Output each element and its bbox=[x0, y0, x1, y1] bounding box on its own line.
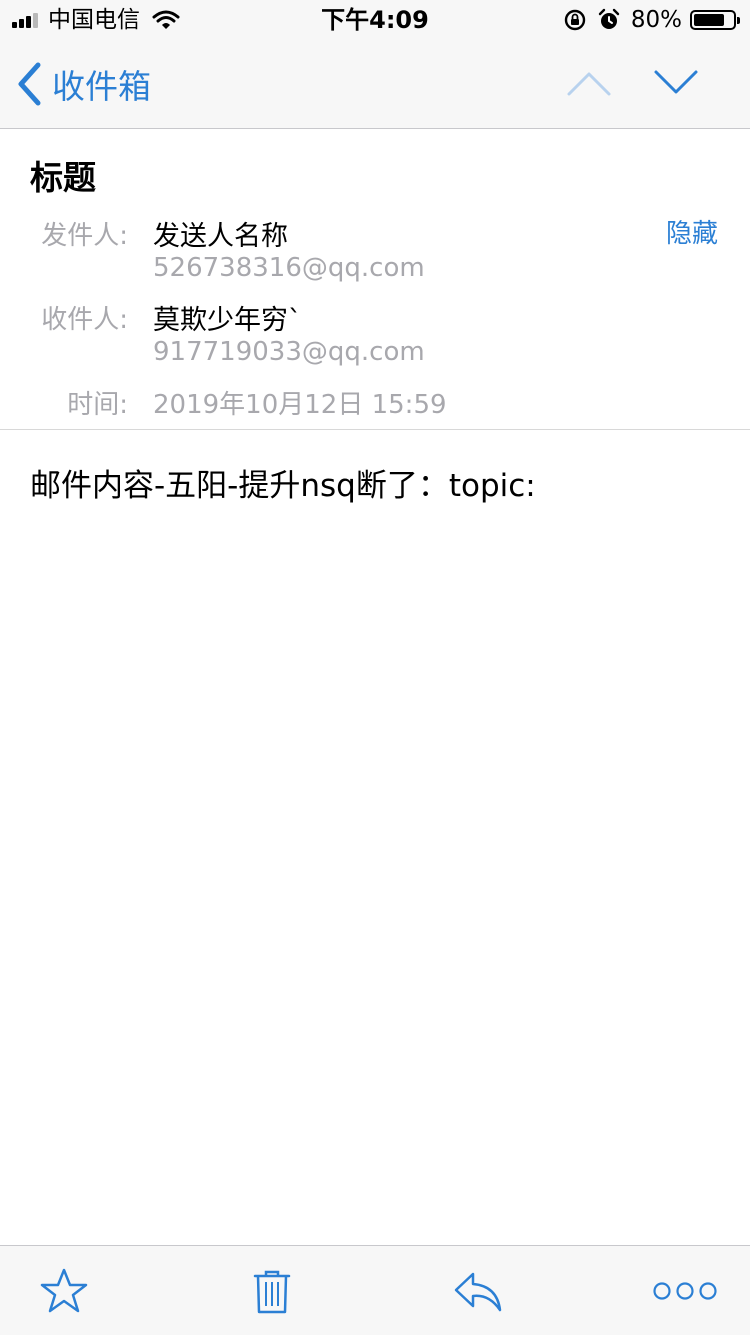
from-name[interactable]: 发送人名称 bbox=[153, 214, 288, 253]
hide-details-button[interactable]: 隐藏 bbox=[666, 213, 718, 250]
time-label: 时间: bbox=[67, 390, 128, 420]
status-right: 80% bbox=[563, 6, 740, 34]
back-label: 收件箱 bbox=[52, 67, 151, 106]
from-email[interactable]: 526738316@qq.com bbox=[153, 253, 425, 283]
to-name[interactable]: 莫欺少年穷` bbox=[153, 298, 302, 337]
navigation-bar: 收件箱 bbox=[0, 40, 750, 129]
to-email[interactable]: 917719033@qq.com bbox=[153, 337, 425, 367]
mail-header: 标题 发件人: 发送人名称 526738316@qq.com 隐藏 收件人: 莫… bbox=[0, 129, 750, 430]
reply-icon bbox=[454, 1272, 502, 1312]
alarm-icon bbox=[598, 8, 620, 29]
from-label: 发件人: bbox=[41, 221, 128, 251]
battery-percent: 80% bbox=[630, 7, 682, 33]
mail-subject: 标题 bbox=[30, 158, 96, 197]
orientation-lock-icon bbox=[564, 9, 586, 31]
delete-button[interactable] bbox=[247, 1266, 297, 1316]
previous-message-button[interactable] bbox=[565, 66, 613, 100]
battery-fill bbox=[694, 14, 724, 26]
battery-icon bbox=[690, 10, 740, 30]
more-button[interactable] bbox=[650, 1266, 720, 1316]
reply-button[interactable] bbox=[453, 1266, 503, 1316]
mail-body: 邮件内容-五阳-提升nsq断了：topic: bbox=[30, 468, 536, 504]
chevron-up-icon bbox=[567, 72, 611, 96]
more-icon bbox=[653, 1282, 717, 1300]
next-message-button[interactable] bbox=[652, 66, 700, 100]
time-value: 2019年10月12日 15:59 bbox=[153, 390, 447, 420]
chevron-left-icon bbox=[18, 62, 41, 106]
status-bar: 中国电信 下午4:09 80% bbox=[0, 0, 750, 40]
to-label: 收件人: bbox=[41, 305, 128, 335]
trash-icon bbox=[253, 1270, 291, 1314]
back-button[interactable]: 收件箱 bbox=[16, 60, 151, 108]
bottom-toolbar bbox=[0, 1245, 750, 1335]
star-icon bbox=[40, 1268, 88, 1313]
chevron-down-icon bbox=[654, 70, 698, 94]
flag-button[interactable] bbox=[39, 1266, 89, 1316]
